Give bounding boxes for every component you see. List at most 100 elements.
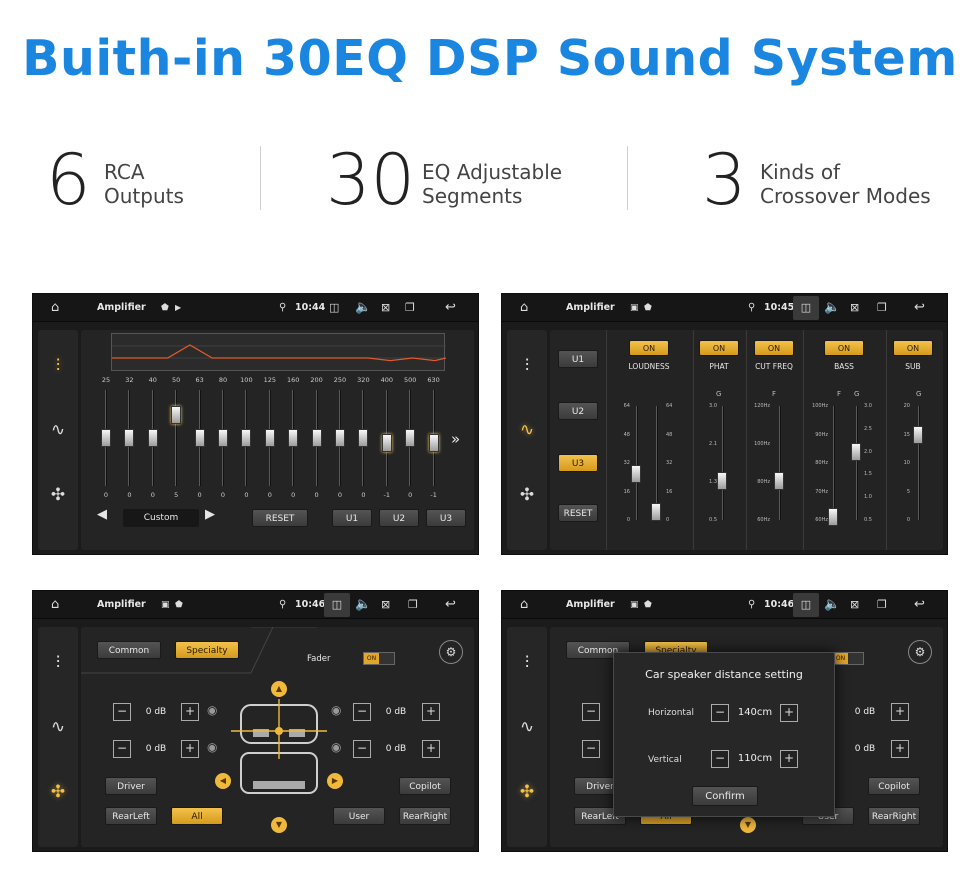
close-box-icon[interactable]: ⊠ <box>381 294 390 322</box>
crossover-u2-button[interactable]: U2 <box>558 402 598 420</box>
band-slider-thumb[interactable] <box>101 429 111 447</box>
bass-gain-slider-thumb[interactable] <box>851 442 861 461</box>
band-slider-thumb[interactable] <box>171 406 182 424</box>
band-slider-thumb[interactable] <box>194 429 205 447</box>
level-minus-button[interactable]: − <box>353 740 371 758</box>
loudness-low-slider-track[interactable] <box>636 406 638 520</box>
preset-prev-arrow[interactable]: ◀ <box>97 507 107 522</box>
seat-all-button[interactable]: All <box>171 807 223 825</box>
preset-next-arrow[interactable]: ▶ <box>205 507 215 522</box>
waveform-icon[interactable]: ∿ <box>38 420 78 440</box>
home-icon[interactable]: ⌂ <box>51 591 59 619</box>
crossover-u3-button[interactable]: U3 <box>558 454 598 472</box>
arrow-up-icon[interactable]: ▲ <box>271 681 287 697</box>
cut-freq-slider-thumb[interactable] <box>774 472 784 491</box>
filter-on-button[interactable]: ON <box>893 340 933 356</box>
volume-icon[interactable]: 🔈 <box>355 591 371 619</box>
back-icon[interactable]: ↩ <box>445 294 456 322</box>
eq-u3-button[interactable]: U3 <box>426 509 466 527</box>
bass-gain-slider-track[interactable] <box>856 406 858 520</box>
level-plus-button[interactable]: + <box>891 703 909 721</box>
phat-slider-thumb[interactable] <box>717 472 727 491</box>
band-slider-thumb[interactable] <box>147 429 158 447</box>
filter-on-button[interactable]: ON <box>629 340 669 356</box>
loudness-low-slider-thumb[interactable] <box>631 465 641 484</box>
close-box-icon[interactable]: ⊠ <box>850 591 859 619</box>
level-plus-button[interactable]: + <box>181 740 199 758</box>
level-plus-button[interactable]: + <box>422 740 440 758</box>
eq-reset-button[interactable]: RESET <box>252 509 308 527</box>
camera-icon[interactable]: ◫ <box>793 593 819 617</box>
home-icon[interactable]: ⌂ <box>51 294 59 322</box>
arrow-down-icon[interactable]: ▼ <box>740 817 756 833</box>
band-slider-thumb[interactable] <box>124 429 135 447</box>
equalizer-icon[interactable]: ⫶ <box>507 356 547 376</box>
seat-copilot-button[interactable]: Copilot <box>868 777 920 795</box>
band-slider-thumb[interactable] <box>405 429 416 447</box>
window-icon[interactable]: ❐ <box>877 294 887 322</box>
sub-slider-track[interactable] <box>918 406 920 520</box>
level-plus-button[interactable]: + <box>891 740 909 758</box>
volume-icon[interactable]: 🔈 <box>824 591 840 619</box>
band-slider-thumb[interactable] <box>381 433 392 452</box>
band-slider-thumb[interactable] <box>264 429 275 447</box>
bass-freq-slider-track[interactable] <box>833 406 835 520</box>
window-icon[interactable]: ❐ <box>877 591 887 619</box>
band-slider-thumb[interactable] <box>311 429 322 447</box>
volume-icon[interactable]: 🔈 <box>355 294 371 322</box>
window-icon[interactable]: ❐ <box>408 591 418 619</box>
camera-icon[interactable]: ◫ <box>329 294 339 322</box>
fader-toggle[interactable]: ON <box>832 652 864 665</box>
sound-field-icon[interactable]: ✣ <box>38 782 78 802</box>
back-icon[interactable]: ↩ <box>914 294 925 322</box>
seat-rearright-button[interactable]: RearRight <box>868 807 920 825</box>
crossover-reset-button[interactable]: RESET <box>558 504 598 522</box>
back-icon[interactable]: ↩ <box>445 591 456 619</box>
close-box-icon[interactable]: ⊠ <box>381 591 390 619</box>
band-slider-thumb[interactable] <box>358 429 369 447</box>
waveform-icon[interactable]: ∿ <box>507 717 547 737</box>
level-minus-button[interactable]: − <box>582 703 600 721</box>
crossover-u1-button[interactable]: U1 <box>558 350 598 368</box>
filter-on-button[interactable]: ON <box>824 340 864 356</box>
home-icon[interactable]: ⌂ <box>520 294 528 322</box>
level-minus-button[interactable]: − <box>113 703 131 721</box>
level-minus-button[interactable]: − <box>113 740 131 758</box>
seat-driver-button[interactable]: Driver <box>105 777 157 795</box>
band-slider-track[interactable] <box>175 390 178 486</box>
close-box-icon[interactable]: ⊠ <box>850 294 859 322</box>
confirm-button[interactable]: Confirm <box>692 786 758 806</box>
window-icon[interactable]: ❐ <box>405 294 415 322</box>
filter-on-button[interactable]: ON <box>754 340 794 356</box>
more-bands-icon[interactable]: » <box>451 430 460 448</box>
volume-icon[interactable]: 🔈 <box>824 294 840 322</box>
band-slider-thumb[interactable] <box>335 429 345 447</box>
sub-slider-thumb[interactable] <box>913 425 923 444</box>
level-plus-button[interactable]: + <box>422 703 440 721</box>
arrow-right-icon[interactable]: ▶ <box>327 773 343 789</box>
band-slider-thumb[interactable] <box>241 429 252 447</box>
bass-freq-slider-thumb[interactable] <box>828 507 838 526</box>
waveform-icon[interactable]: ∿ <box>507 420 547 440</box>
equalizer-icon[interactable]: ⫶ <box>507 653 547 673</box>
level-minus-button[interactable]: − <box>353 703 371 721</box>
eq-u1-button[interactable]: U1 <box>332 509 372 527</box>
camera-icon[interactable]: ◫ <box>324 593 350 617</box>
filter-on-button[interactable]: ON <box>699 340 739 356</box>
horizontal-minus-button[interactable]: − <box>711 704 729 722</box>
level-plus-button[interactable]: + <box>181 703 199 721</box>
seat-user-button[interactable]: User <box>333 807 385 825</box>
arrow-left-icon[interactable]: ◀ <box>215 773 231 789</box>
seat-rearright-button[interactable]: RearRight <box>399 807 451 825</box>
phat-slider-track[interactable] <box>722 406 724 520</box>
sound-field-icon[interactable]: ✣ <box>507 782 547 802</box>
back-icon[interactable]: ↩ <box>914 591 925 619</box>
sound-field-icon[interactable]: ✣ <box>38 485 78 505</box>
vertical-minus-button[interactable]: − <box>711 750 729 768</box>
band-slider-thumb[interactable] <box>288 429 299 447</box>
seat-copilot-button[interactable]: Copilot <box>399 777 451 795</box>
band-slider-thumb[interactable] <box>428 433 439 452</box>
arrow-down-icon[interactable]: ▼ <box>271 817 287 833</box>
horizontal-plus-button[interactable]: + <box>780 704 798 722</box>
home-icon[interactable]: ⌂ <box>520 591 528 619</box>
